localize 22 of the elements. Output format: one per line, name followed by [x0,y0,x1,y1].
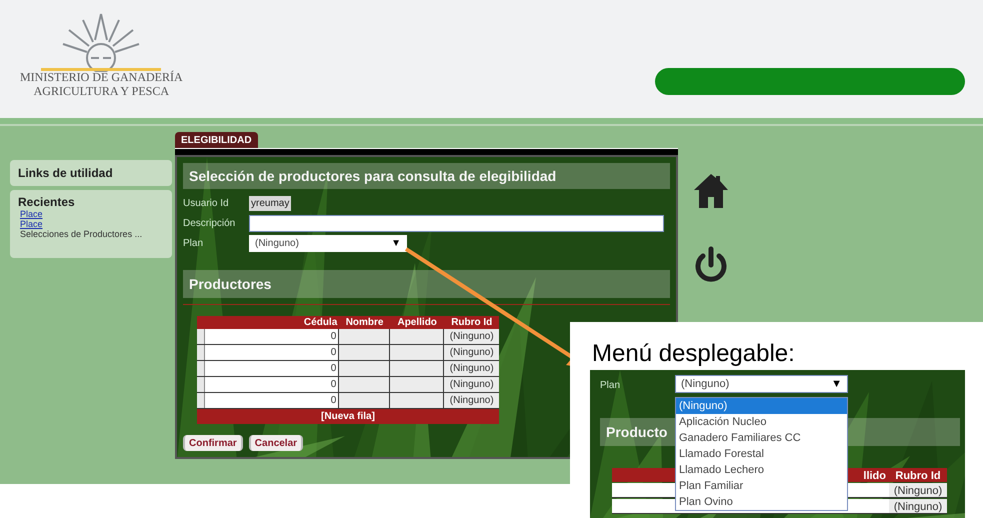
dropdown-option[interactable]: Ganadero Familiares CC [676,430,847,446]
sidebar-heading: Recientes [18,195,76,209]
home-icon[interactable] [692,172,730,210]
recent-item[interactable]: Selecciones de Productores ... [18,229,164,239]
table-cell[interactable]: (Ninguno) [889,483,947,497]
tab[interactable]: ELEGIBILIDAD [175,132,258,148]
ministry-name: AGRICULTURA Y PESCA [32,84,170,98]
dropdown-option[interactable]: Llamado Lechero [676,462,847,478]
recent-link[interactable]: Place [18,219,164,229]
dropdown-option[interactable]: Plan Familiar [676,478,847,494]
column-header: Rubro Id [894,469,942,482]
table-cell[interactable]: (Ninguno) [889,499,947,513]
recent-link[interactable]: Place [18,209,164,219]
dropdown[interactable]: (Ninguno) ▼ [675,375,848,393]
dropdown-option[interactable]: Aplicación Nucleo [676,414,847,430]
dropdown-arrow-icon: ▼ [831,376,842,392]
dropdown-option[interactable]: (Ninguno) [676,398,847,414]
dropdown-option[interactable]: Plan Ovino [676,494,847,510]
column-header: llido [862,469,887,482]
sidebar-heading: Links de utilidad [18,165,113,182]
ministry-name: MINISTERIO DE GANADERÍA [20,70,183,84]
dropdown-option[interactable]: Llamado Forestal [676,446,847,462]
